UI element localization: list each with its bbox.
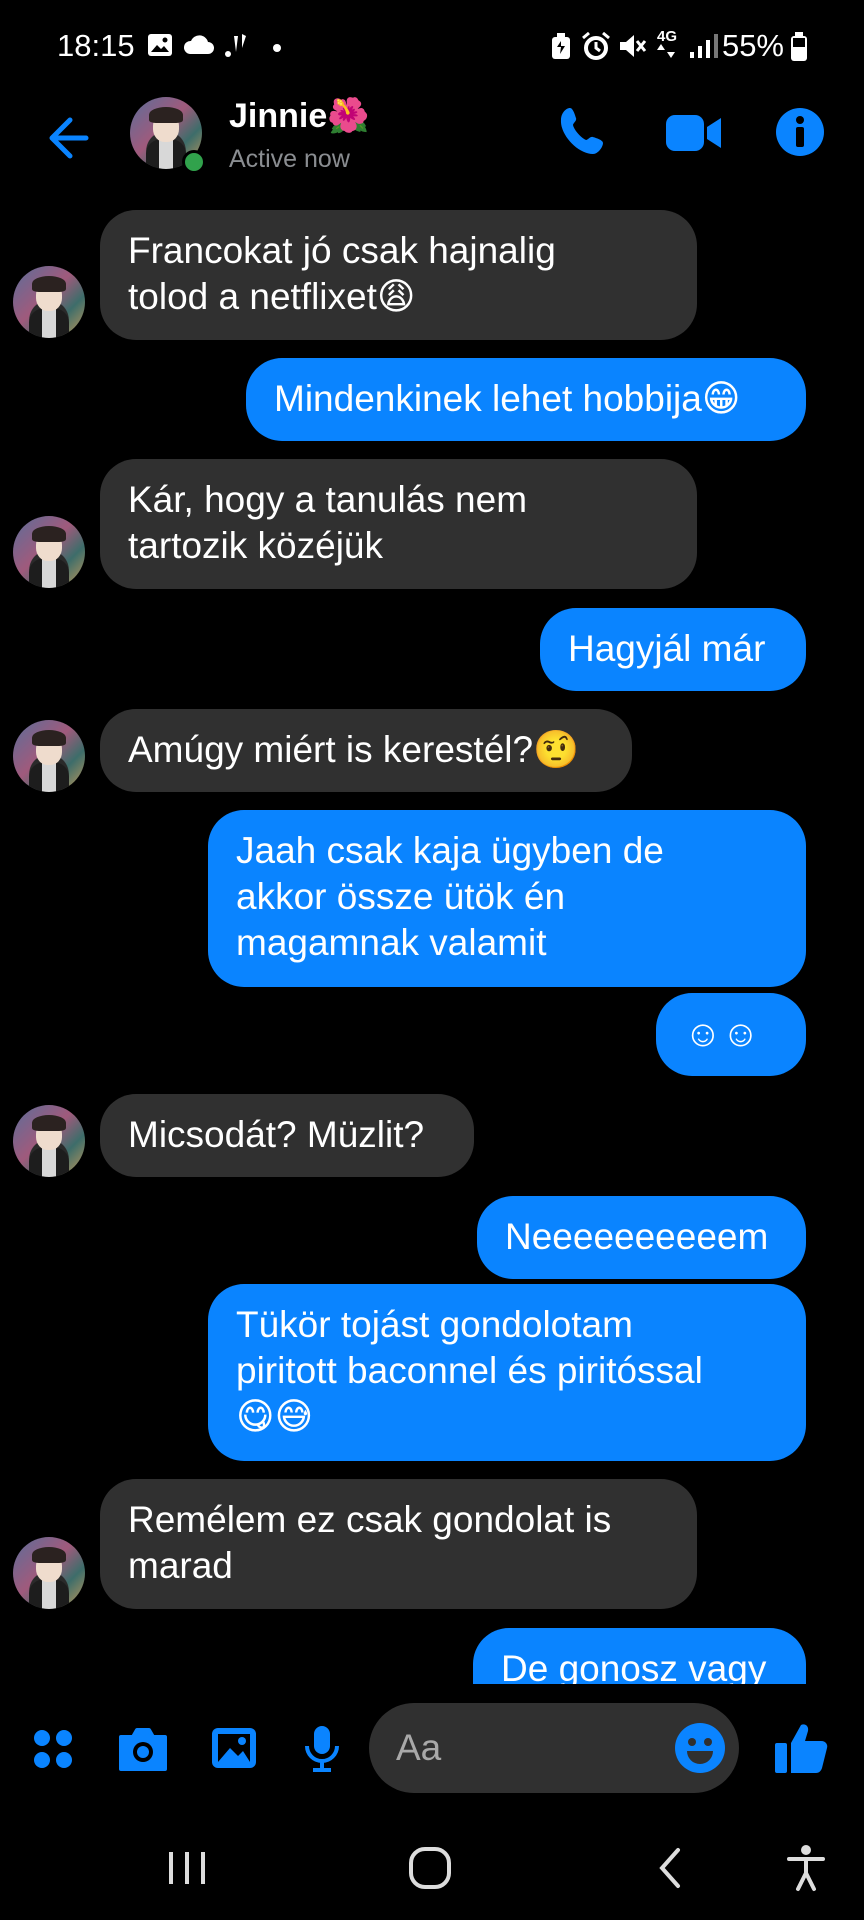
sender-avatar[interactable] xyxy=(13,1537,85,1609)
camera-icon[interactable] xyxy=(117,1727,169,1771)
signal-icon xyxy=(690,34,718,58)
phone-icon[interactable] xyxy=(558,105,610,159)
cloud-icon xyxy=(183,35,214,54)
status-time: 18:15 xyxy=(57,28,135,63)
online-indicator xyxy=(182,150,206,174)
message-text-line: Kár, hogy a tanulás nem xyxy=(128,479,528,520)
battery-percentage: 55% xyxy=(721,28,784,63)
contact-status: Active now xyxy=(229,145,350,173)
alarm-icon xyxy=(582,32,610,60)
sender-avatar[interactable] xyxy=(13,1105,85,1177)
sender-avatar[interactable] xyxy=(13,266,85,338)
message-bubble-outgoing[interactable]: Neeeeeeeeeem xyxy=(477,1196,806,1279)
network-type: 4G xyxy=(657,28,678,45)
video-call-icon[interactable] xyxy=(665,113,723,153)
message-bubble-outgoing[interactable]: Tükör tojást gondolotam piritott baconne… xyxy=(208,1284,806,1461)
message-bubble-incoming[interactable]: Francokat jó csak hajnalig tolod a netfl… xyxy=(100,210,697,340)
apps-icon[interactable] xyxy=(32,1728,74,1770)
message-bubble-outgoing[interactable]: Jaah csak kaja ügyben de akkor össze ütö… xyxy=(208,810,806,987)
mute-icon xyxy=(620,35,647,57)
message-text-line: ☺☺ xyxy=(684,1013,760,1054)
back-arrow-icon[interactable] xyxy=(40,110,96,166)
image-notification-icon xyxy=(148,34,172,56)
message-text-line: tolod a netflixet😩 xyxy=(128,276,416,317)
emoji-icon[interactable] xyxy=(674,1722,726,1774)
sender-avatar[interactable] xyxy=(13,720,85,792)
message-bubble-outgoing[interactable]: ☺☺ xyxy=(656,993,806,1076)
message-text-line: magamnak valamit xyxy=(236,922,547,963)
battery-icon xyxy=(791,32,807,61)
message-bubble-outgoing[interactable]: Mindenkinek lehet hobbija😁 xyxy=(246,358,806,441)
message-text-line: 😋😅 xyxy=(236,1396,314,1437)
message-bubble-incoming[interactable]: Amúgy miért is kerestél?🤨 xyxy=(100,709,632,792)
message-text-line: Remélem ez csak gondolat is xyxy=(128,1499,612,1540)
message-text-line: Amúgy miért is kerestél?🤨 xyxy=(128,729,580,770)
battery-saver-icon xyxy=(552,33,570,59)
message-text-line: marad xyxy=(128,1545,233,1586)
info-icon[interactable] xyxy=(775,107,825,157)
gallery-icon[interactable] xyxy=(210,1726,258,1770)
message-text-line: tartozik közéjük xyxy=(128,525,383,566)
notification-icon xyxy=(225,34,246,57)
thumbs-up-icon[interactable] xyxy=(773,1719,829,1775)
message-bubble-incoming[interactable]: Kár, hogy a tanulás nem tartozik közéjük xyxy=(100,459,697,589)
recent-apps-icon[interactable] xyxy=(165,1848,209,1888)
message-text-line: Mindenkinek lehet hobbija😁 xyxy=(274,378,741,419)
message-text-line: Tükör tojást gondolotam xyxy=(236,1304,633,1345)
message-text-line: De gonosz vagy xyxy=(501,1648,767,1684)
message-text-line: Micsodát? Müzlit? xyxy=(128,1114,425,1155)
message-text-line: Hagyjál már xyxy=(568,628,766,669)
message-bubble-outgoing[interactable]: De gonosz vagy xyxy=(473,1628,806,1684)
message-bubble-incoming[interactable]: Remélem ez csak gondolat is marad xyxy=(100,1479,697,1609)
message-text-line: Jaah csak kaja ügyben de xyxy=(236,830,664,871)
message-text-line: akkor össze ütök én xyxy=(236,876,566,917)
microphone-icon[interactable] xyxy=(302,1724,342,1774)
sender-avatar[interactable] xyxy=(13,516,85,588)
accessibility-icon[interactable] xyxy=(786,1844,826,1892)
message-text-line: piritott baconnel és piritóssal xyxy=(236,1350,703,1391)
data-arrows-icon xyxy=(657,44,675,58)
home-icon[interactable] xyxy=(407,1845,453,1891)
message-bubble-outgoing[interactable]: Hagyjál már xyxy=(540,608,806,691)
contact-name[interactable]: Jinnie🌺 xyxy=(229,96,370,136)
message-bubble-incoming[interactable]: Micsodát? Müzlit? xyxy=(100,1094,474,1177)
back-nav-icon[interactable] xyxy=(654,1846,686,1890)
dot-icon xyxy=(273,44,281,52)
message-text-line: Francokat jó csak hajnalig xyxy=(128,230,556,271)
message-text-line: Neeeeeeeeeem xyxy=(505,1216,769,1257)
